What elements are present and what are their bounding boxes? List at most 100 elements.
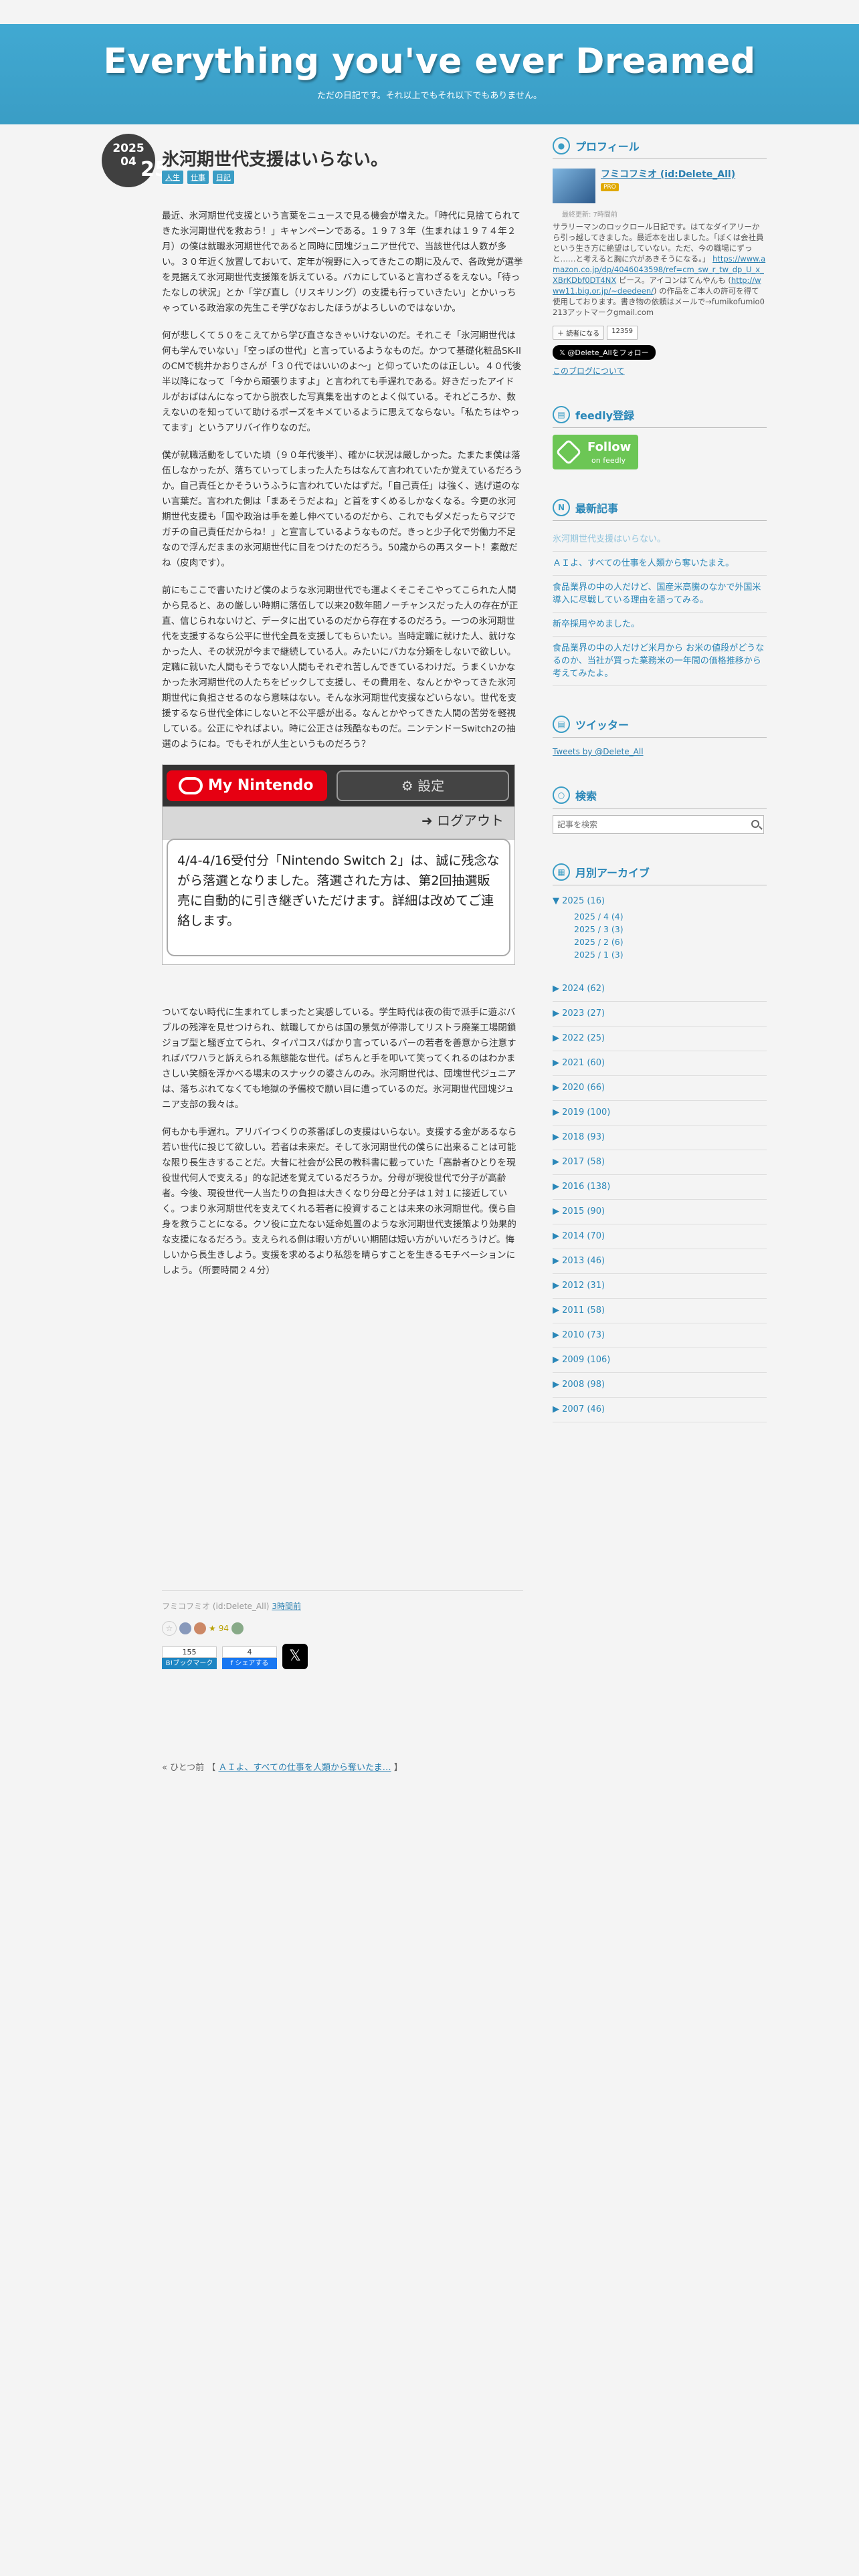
nintendo-logo-icon <box>179 777 203 794</box>
facebook-count: 4 <box>222 1646 277 1658</box>
recent-entry-link[interactable]: ＡＩよ、すべての仕事を人類から奪いたまえ。 <box>553 552 767 576</box>
entry-title[interactable]: 氷河期世代支援はいらない。 <box>162 146 388 171</box>
archive-year-link[interactable]: ▶ 2021 (60) <box>553 1051 767 1076</box>
module-title: 検索 <box>575 790 597 802</box>
facebook-label: f シェアする <box>222 1658 277 1669</box>
screenshot-settings-label: 設定 <box>417 778 445 794</box>
archive-year-link[interactable]: ▶ 2014 (70) <box>553 1224 767 1249</box>
archive-year-link[interactable]: ▶ 2012 (31) <box>553 1274 767 1299</box>
subscribe-button[interactable]: ＋ 読者になる <box>553 326 605 340</box>
profile-name[interactable]: フミコフミオ (id:Delete_All) <box>601 167 735 181</box>
archive-year-link[interactable]: ▶ 2009 (106) <box>553 1348 767 1373</box>
twitter-icon: ▤ <box>553 716 570 733</box>
star-user-avatar[interactable] <box>179 1622 191 1634</box>
search-icon[interactable] <box>751 820 759 828</box>
my-nintendo-logo: My Nintendo <box>167 770 327 801</box>
module-title: プロフィール <box>575 140 640 153</box>
archive-year-link[interactable]: ▶ 2019 (100) <box>553 1101 767 1125</box>
profile-icon-credit: ピース。アイコンはてんやんも <box>618 276 726 285</box>
x-follow-button[interactable]: 𝕏 @Delete_Allをフォロー <box>553 345 656 360</box>
calendar-icon: ▦ <box>553 863 570 881</box>
archive-year-link[interactable]: ▶ 2011 (58) <box>553 1299 767 1323</box>
paragraph: ついてない時代に生まれてしまったと実感している。学生時代は夜の街で派手に遊ぶバブ… <box>162 1007 516 1110</box>
archive-year-expanded[interactable]: ▼ 2025 (16) <box>553 892 767 910</box>
avatar[interactable] <box>553 169 595 203</box>
screenshot-message: 4/4-4/16受付分「Nintendo Switch 2」は、誠に残念ながら落… <box>167 839 510 956</box>
bookmark-count: 155 <box>162 1646 217 1658</box>
archive-year-link[interactable]: ▶ 2007 (46) <box>553 1398 767 1422</box>
archive-year-link[interactable]: ▶ 2008 (98) <box>553 1373 767 1398</box>
feedly-on-label: on feedly <box>591 456 626 465</box>
archive-year-link[interactable]: ▶ 2022 (25) <box>553 1027 767 1051</box>
profile-text: サラリーマンのロックロール日記です。はてなダイアリーから引っ越してきました。最近… <box>553 222 766 317</box>
twitter-timeline-link[interactable]: Tweets by @Delete_All <box>553 747 644 756</box>
pager: « ひとつ前 【 ＡＩよ、すべての仕事を人類から奪いたま… 】 <box>162 1763 403 1773</box>
category-tag[interactable]: 人生 <box>162 171 183 184</box>
archive-year-link[interactable]: ▶ 2010 (73) <box>553 1323 767 1348</box>
module-header: ○ 検索 <box>553 786 767 809</box>
category-tag[interactable]: 仕事 <box>187 171 209 184</box>
archive-year-link[interactable]: ▶ 2017 (58) <box>553 1150 767 1175</box>
entry-footer: フミコフミオ (id:Delete_All) 3時間前 ☆ ★ 94 155 B… <box>162 1590 523 1669</box>
archive-month-list: 2025 / 4 (4) 2025 / 3 (3) 2025 / 2 (6) 2… <box>553 910 767 961</box>
hatena-bookmark-button[interactable]: 155 B!ブックマーク <box>162 1646 217 1669</box>
star-count[interactable]: 94 <box>219 1624 229 1633</box>
blog-title[interactable]: Everything you've ever Dreamed <box>0 41 859 82</box>
date-badge[interactable]: 2025 04 25 <box>102 134 169 187</box>
author-name[interactable]: フミコフミオ (id:Delete_All) <box>162 1602 269 1611</box>
module-header: ▤ feedly登録 <box>553 406 767 428</box>
screenshot-settings: ⚙ 設定 <box>337 770 509 801</box>
archive-month-link[interactable]: 2025 / 2 (6) <box>574 936 767 948</box>
archive-year-link[interactable]: ▶ 2015 (90) <box>553 1200 767 1224</box>
paragraph: 前にもここで書いたけど僕のような氷河期世代でも運よくそこそこやってこられた人間か… <box>162 585 518 750</box>
module-title: ツイッター <box>575 719 630 732</box>
screenshot-logout-label: ログアウト <box>437 813 504 829</box>
archive-month-link[interactable]: 2025 / 3 (3) <box>574 923 767 936</box>
archive-module: ▦ 月別アーカイブ ▼ 2025 (16) 2025 / 4 (4) 2025 … <box>553 863 767 1422</box>
feed-icon: ▤ <box>553 406 570 423</box>
previous-entry-link[interactable]: ＡＩよ、すべての仕事を人類から奪いたま… <box>218 1763 391 1773</box>
share-buttons: 155 B!ブックマーク 4 f シェアする 𝕏 <box>162 1644 523 1669</box>
pager-prefix: « ひとつ前 <box>162 1763 205 1773</box>
profile-module: ● プロフィール フミコフミオ (id:Delete_All) PRO 最終更新… <box>553 137 767 377</box>
entry-time-link[interactable]: 3時間前 <box>272 1602 301 1611</box>
recent-entries-module: N 最新記事 氷河期世代支援はいらない。 ＡＩよ、すべての仕事を人類から奪いたま… <box>553 499 767 686</box>
recent-entry-link[interactable]: 氷河期世代支援はいらない。 <box>553 528 767 552</box>
screenshot-brand: My Nintendo <box>208 777 314 794</box>
person-icon: ● <box>553 137 570 154</box>
recent-entry-link[interactable]: 食品業界の中の人だけど米月から お米の値段がどうなるのか、当社が買った業務米の一… <box>553 637 767 686</box>
archive-month-link[interactable]: 2025 / 4 (4) <box>574 910 767 923</box>
paragraph: 何が悲しくて５０をこえてから学び直さなきゃいけないのだ。それこそ「氷河期世代は何… <box>162 330 522 433</box>
add-star-icon[interactable]: ☆ <box>162 1621 177 1636</box>
archive-year-link[interactable]: ▶ 2018 (93) <box>553 1125 767 1150</box>
feedly-follow-label: Follow <box>587 440 632 454</box>
date-year: 2025 <box>112 142 145 155</box>
archive-year-link[interactable]: ▶ 2016 (138) <box>553 1175 767 1200</box>
new-icon: N <box>553 499 570 516</box>
star-user-avatar[interactable] <box>231 1622 244 1634</box>
x-share-icon[interactable]: 𝕏 <box>282 1644 308 1669</box>
profile-row: フミコフミオ (id:Delete_All) PRO <box>553 166 767 203</box>
archive-year-link[interactable]: ▶ 2023 (27) <box>553 1002 767 1027</box>
bookmark-label: B!ブックマーク <box>162 1658 217 1669</box>
blog-header: Everything you've ever Dreamed ただの日記です。そ… <box>0 24 859 124</box>
star-user-avatar[interactable] <box>194 1622 206 1634</box>
feedly-follow-button[interactable]: Follow on feedly <box>553 435 638 469</box>
archive-year-link[interactable]: ▶ 2013 (46) <box>553 1249 767 1274</box>
feedly-icon <box>555 439 582 465</box>
search-input[interactable] <box>553 816 763 833</box>
embedded-screenshot: My Nintendo ⚙ 設定 ➜ ログアウト 4/4-4/16受付分「Nin… <box>162 764 515 965</box>
about-blog-link[interactable]: このブログについて <box>553 365 767 377</box>
archive-year-link[interactable]: ▶ 2024 (62) <box>553 977 767 1002</box>
star-icon: ★ <box>209 1624 216 1633</box>
recent-entry-link[interactable]: 食品業界の中の人だけど、国産米高騰のなかで外国米導入に尽戦している理由を語ってみ… <box>553 576 767 613</box>
module-title: feedly登録 <box>575 409 635 422</box>
twitter-module: ▤ ツイッター Tweets by @Delete_All <box>553 716 767 757</box>
archive-year-link[interactable]: ▶ 2020 (66) <box>553 1076 767 1101</box>
recent-entry-link[interactable]: 新卒採用やめました。 <box>553 613 767 637</box>
facebook-share-button[interactable]: 4 f シェアする <box>222 1646 277 1669</box>
search-module: ○ 検索 <box>553 786 767 834</box>
reader-count: 12359 <box>607 326 638 340</box>
category-tag[interactable]: 日記 <box>213 171 234 184</box>
archive-month-link[interactable]: 2025 / 1 (3) <box>574 948 767 961</box>
